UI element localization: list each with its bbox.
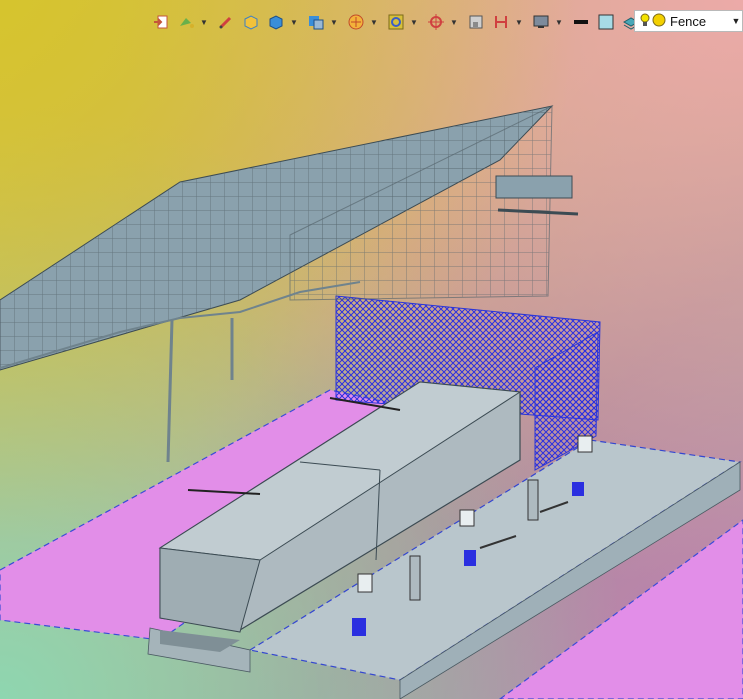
monitor-icon[interactable] (530, 11, 552, 33)
pencil-icon[interactable] (215, 11, 237, 33)
layer-select-value: Fence (670, 13, 707, 29)
dimension-dropdown[interactable]: ▼ (515, 18, 523, 27)
3d-viewport[interactable]: ▼ ▼ ▼ ▼ ▼ ▼ ▼ ▼ Fence ▼ (0, 0, 743, 699)
solid-cube-icon[interactable] (265, 11, 287, 33)
zoom-fit-icon[interactable] (385, 11, 407, 33)
fill-color-icon[interactable] (595, 11, 617, 33)
orbit-icon[interactable] (345, 11, 367, 33)
view-cube-icon[interactable] (305, 11, 327, 33)
ticket-machine-1 (357, 573, 373, 593)
orbit-dropdown[interactable]: ▼ (370, 18, 378, 27)
paint-bucket-dropdown[interactable]: ▼ (200, 18, 208, 27)
dimension-icon[interactable] (490, 11, 512, 33)
layer-select[interactable]: Fence ▼ (634, 10, 743, 32)
ticket-machine-3 (577, 435, 593, 453)
frame-icon[interactable] (465, 11, 487, 33)
zoom-fit-dropdown[interactable]: ▼ (410, 18, 418, 27)
solid-cube-dropdown[interactable]: ▼ (290, 18, 298, 27)
bin-2 (464, 550, 476, 566)
overhead-sign (495, 175, 573, 199)
box-icon[interactable] (240, 11, 262, 33)
light-bulb-icon[interactable] (640, 12, 650, 31)
monitor-dropdown[interactable]: ▼ (555, 18, 563, 27)
info-board-2 (527, 479, 539, 521)
line-color-icon[interactable] (570, 11, 592, 33)
chevron-down-icon[interactable]: ▼ (730, 16, 742, 26)
3d-model-scene[interactable] (0, 0, 743, 699)
bin-3 (572, 482, 584, 496)
column-left (166, 319, 174, 463)
bin-1 (352, 618, 366, 636)
origin-axis-icon[interactable] (425, 11, 447, 33)
ticket-machine-2 (459, 509, 475, 527)
paint-bucket-icon[interactable] (175, 11, 197, 33)
layer-color-dot-icon (652, 13, 666, 30)
view-cube-dropdown[interactable]: ▼ (330, 18, 338, 27)
import-icon[interactable] (150, 11, 172, 33)
main-toolbar: ▼ ▼ ▼ ▼ ▼ ▼ ▼ ▼ (150, 9, 657, 35)
origin-axis-dropdown[interactable]: ▼ (450, 18, 458, 27)
info-board-1 (409, 555, 421, 601)
